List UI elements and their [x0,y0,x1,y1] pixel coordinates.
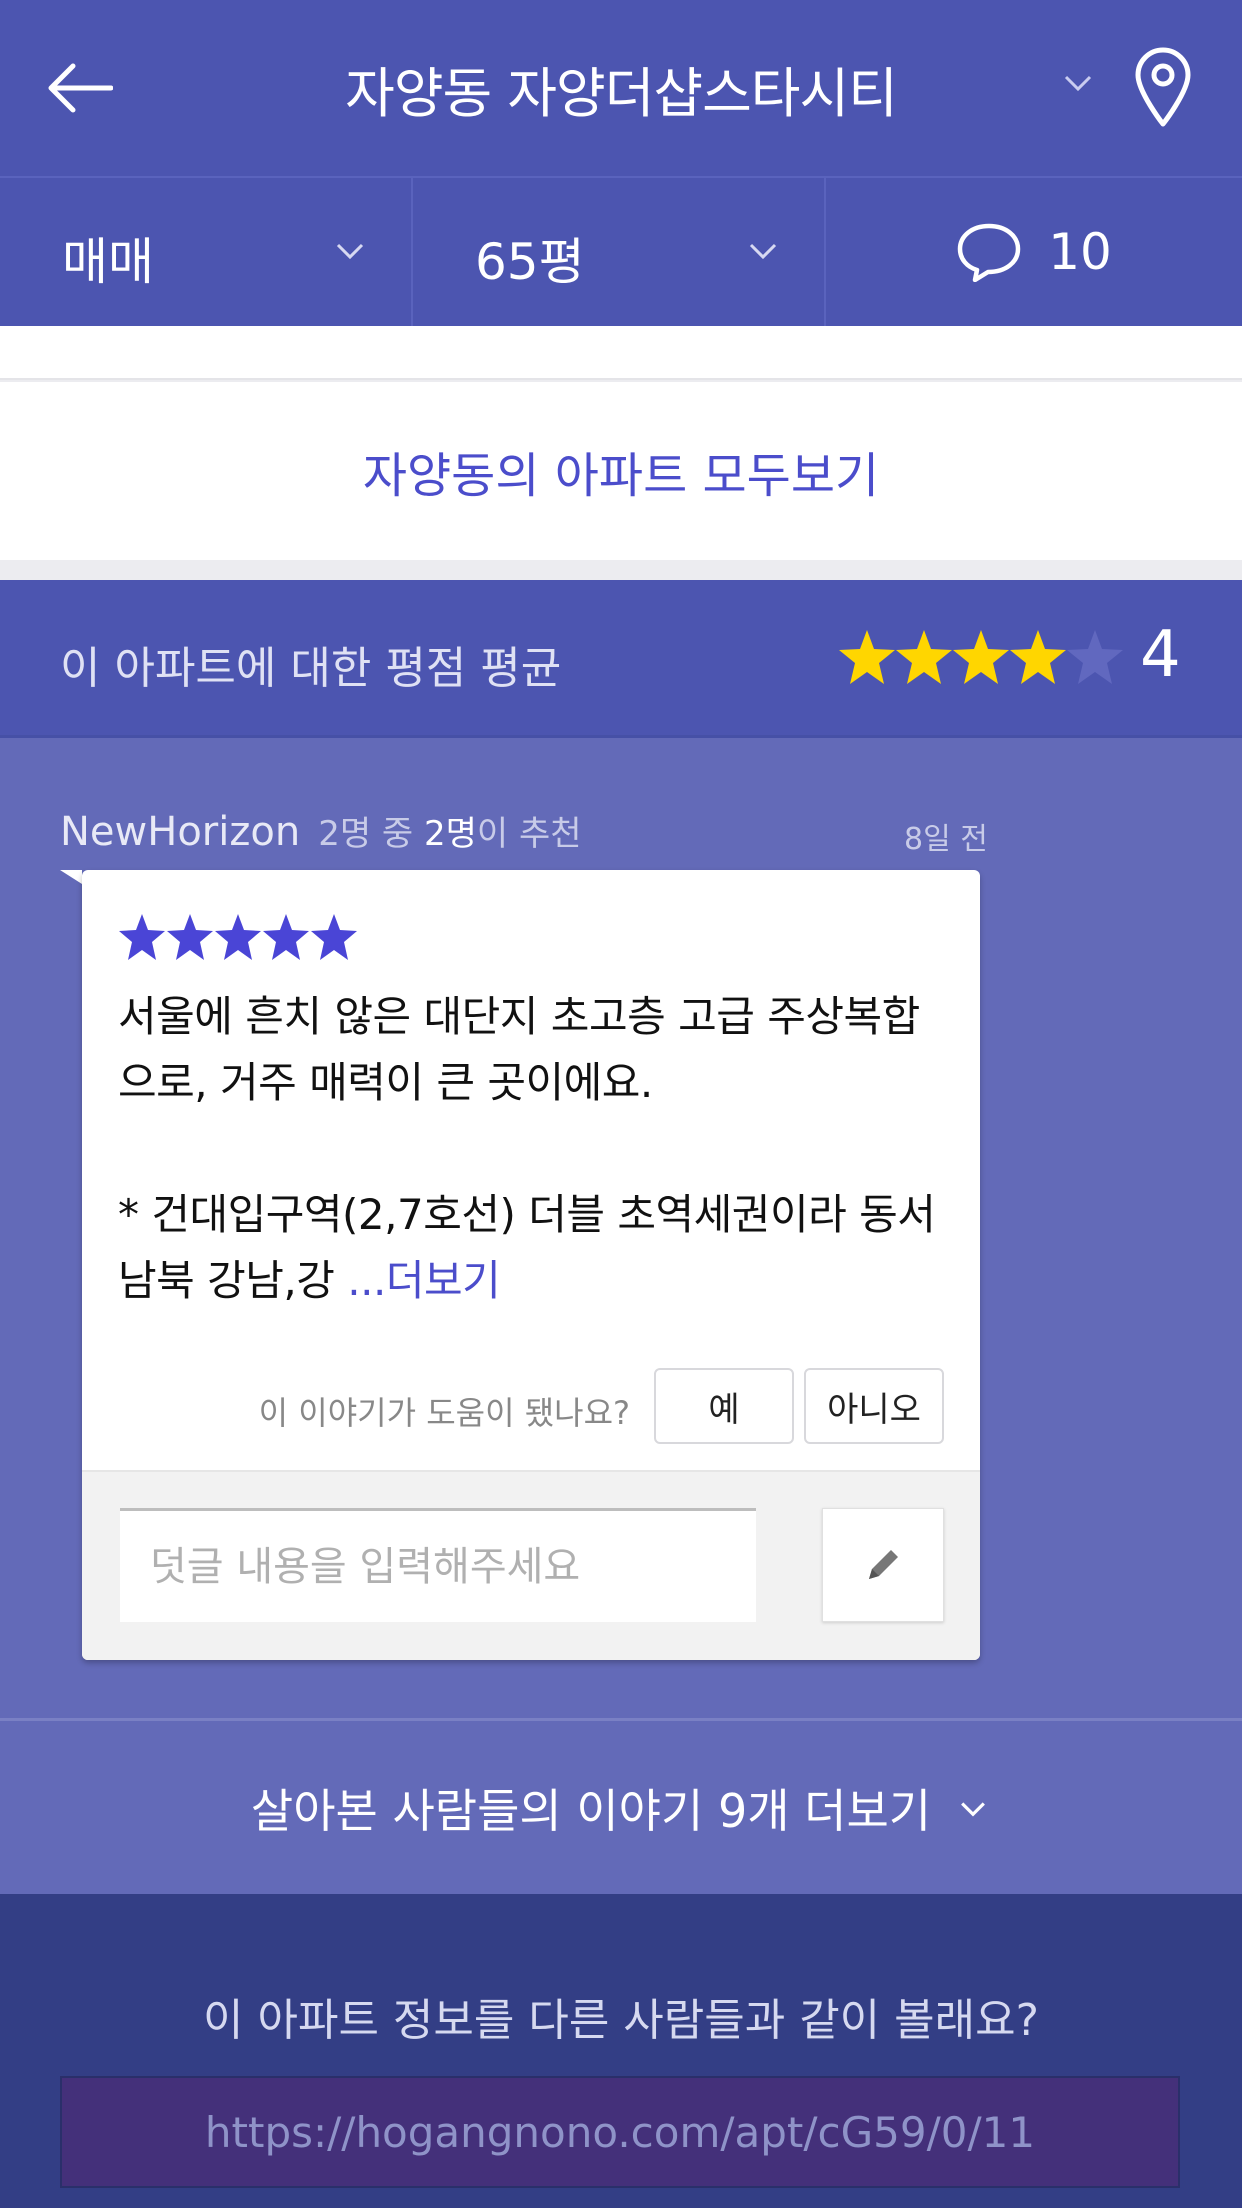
back-button[interactable] [40,48,120,128]
recommend-info: 2명 중 2명이 추천 [318,814,581,854]
reviews-section: NewHorizon 2명 중 2명이 추천 8일 전 서울에 흔치 않은 대단지… [0,738,1242,1718]
review-age: 8일 전 [904,822,988,857]
star-icon [119,914,165,960]
comment-area [82,1470,980,1660]
comment-count: 10 [1048,223,1112,281]
star-icon [167,914,213,960]
star-icon [311,914,357,960]
more-stories-button[interactable]: 살아본 사람들의 이야기 9개 더보기 [0,1718,1242,1894]
star-icon [896,630,952,684]
star-icon [953,630,1009,684]
card-tail [60,870,82,884]
more-stories-label: 살아본 사람들의 이야기 9개 더보기 [250,1783,932,1838]
comment-input[interactable] [120,1508,756,1622]
trade-type-dropdown[interactable]: 매매 [0,178,413,326]
review-paragraph: * 건대입구역(2,7호선) 더블 초역세권이라 동서남북 강남,강 ...더보… [118,1182,948,1314]
comment-submit-button[interactable] [822,1508,944,1622]
chevron-down-icon [961,1801,986,1817]
divider-strip [0,326,1242,380]
helpful-row: 이 이야기가 도움이 됐나요? 예 아니오 [82,1368,980,1448]
helpful-yes-button[interactable]: 예 [654,1368,794,1444]
app-header: 자양동 자양더샵스타시티 [0,0,1242,176]
recommend-prefix: 2명 중 [318,814,424,854]
trade-type-label: 매매 [62,233,154,291]
review-text: 서울에 흔치 않은 대단지 초고층 고급 주상복합으로, 거주 매력이 큰 곳이… [118,984,948,1314]
helpful-no-button[interactable]: 아니오 [804,1368,944,1444]
star-icon [215,914,261,960]
arrow-left-icon [48,63,113,113]
recommend-suffix: 이 추천 [476,814,582,854]
map-pin-icon [1135,47,1191,127]
pencil-icon [869,1550,898,1579]
size-dropdown[interactable]: 65평 [413,178,826,326]
rating-average: 4 [1140,618,1181,692]
chevron-down-icon [749,243,777,260]
share-question: 이 아파트 정보를 다른 사람들과 같이 볼래요? [203,1995,1039,2046]
comments-button[interactable]: 10 [826,178,1242,326]
page-title[interactable]: 자양동 자양더샵스타시티 [0,0,1242,176]
star-empty-icon [1067,630,1123,684]
chevron-down-icon [336,243,364,260]
review-excerpt: * 건대입구역(2,7호선) 더블 초역세권이라 동서남북 강남,강 [118,1190,936,1305]
star-icon [263,914,309,960]
review-author[interactable]: NewHorizon [60,809,300,855]
recommend-count: 2명 [424,814,477,854]
rating-label: 이 아파트에 대한 평점 평균 [60,643,562,694]
size-label: 65평 [475,233,585,291]
see-all-apartments-link[interactable]: 자양동의 아파트 모두보기 [0,382,1242,560]
filter-bar: 매매 65평 10 [0,176,1242,326]
star-icon [839,630,895,684]
speech-bubble-icon [957,223,1021,282]
rating-stars [839,630,1123,684]
review-author-line: NewHorizon 2명 중 2명이 추천 [60,806,582,855]
chevron-down-icon[interactable] [1058,62,1098,102]
helpful-question: 이 이야기가 도움이 됐나요? [258,1394,630,1432]
share-url-field[interactable]: https://hogangnono.com/apt/cG59/0/11 [60,2076,1180,2188]
rating-summary: 이 아파트에 대한 평점 평균 4 [0,580,1242,738]
star-icon [1010,630,1066,684]
read-more-link[interactable]: ...더보기 [347,1256,500,1305]
review-card: 서울에 흔치 않은 대단지 초고층 고급 주상복합으로, 거주 매력이 큰 곳이… [82,870,980,1660]
share-section: 이 아파트 정보를 다른 사람들과 같이 볼래요? https://hogang… [0,1894,1242,2208]
review-stars [119,914,357,960]
review-paragraph: 서울에 흔치 않은 대단지 초고층 고급 주상복합으로, 거주 매력이 큰 곳이… [118,992,920,1107]
location-button[interactable] [1132,46,1202,130]
